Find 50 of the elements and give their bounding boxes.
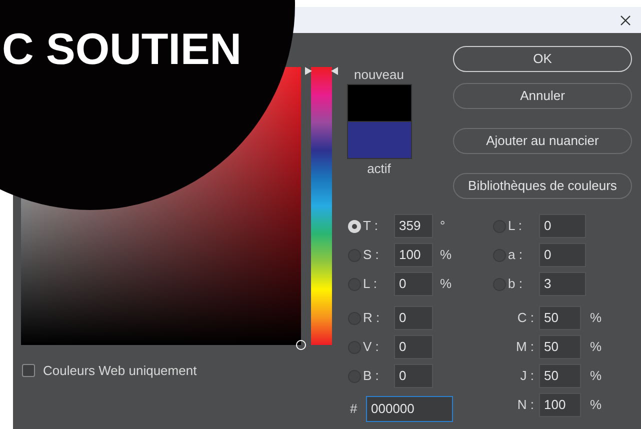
field-label: C : [517,309,534,328]
banner-text: C SOUTIEN [2,28,242,72]
field-label: B : [363,367,380,386]
input-field[interactable]: 0 [394,335,433,359]
input-field[interactable]: 50 [539,335,581,359]
input-field[interactable]: 0 [394,306,433,330]
input-field[interactable]: 100 [394,243,433,267]
field-label: S : [363,246,380,264]
hue-slider-thumb-icon[interactable] [304,67,338,75]
field-label: R : [363,309,381,328]
unit-label: ° [440,217,446,236]
dialog-button[interactable]: Ajouter au nuancier [453,128,632,154]
field-label: T : [363,217,379,236]
dialog-button[interactable]: OK [453,46,632,72]
checkbox-label: Couleurs Web uniquement [43,362,197,380]
field-label: b : [508,275,524,294]
input-field[interactable]: 50 [539,306,581,330]
unit-label: % [590,309,602,328]
input-field[interactable]: 0 [394,272,433,296]
unit-label: % [590,396,602,414]
field-label: V : [363,338,380,356]
unit-label: % [590,367,602,386]
field-label: L : [363,275,378,294]
new-color-label: nouveau [354,68,404,81]
input-field[interactable]: 100 [539,393,581,417]
field-label: L : [508,217,523,236]
dialog-button[interactable]: Bibliothèques de couleurs [453,173,632,199]
unit-label: % [440,246,452,264]
input-field[interactable]: 0 [539,214,586,238]
field-label: M : [516,338,534,356]
current-color-label: actif [367,162,391,175]
current-color-swatch[interactable] [346,122,412,159]
checkbox[interactable] [22,364,35,378]
color-marker-icon[interactable] [296,340,306,350]
field-label: a : [508,246,524,264]
close-icon[interactable] [620,14,631,26]
radio-button[interactable] [348,220,361,232]
hue-slider[interactable] [304,67,338,345]
input-field[interactable]: 0 [394,364,433,388]
hex-input-field[interactable]: 000000 [366,396,453,422]
hex-label: # [350,400,358,418]
dialog-button[interactable]: Annuler [453,83,632,109]
unit-label: % [440,275,452,294]
field-label: J : [520,367,534,386]
input-field[interactable]: 359 [394,214,433,238]
input-field[interactable]: 3 [539,272,586,296]
input-field[interactable]: 0 [539,243,586,267]
unit-label: % [590,338,602,356]
field-label: N : [517,396,534,414]
input-field[interactable]: 50 [539,364,581,388]
